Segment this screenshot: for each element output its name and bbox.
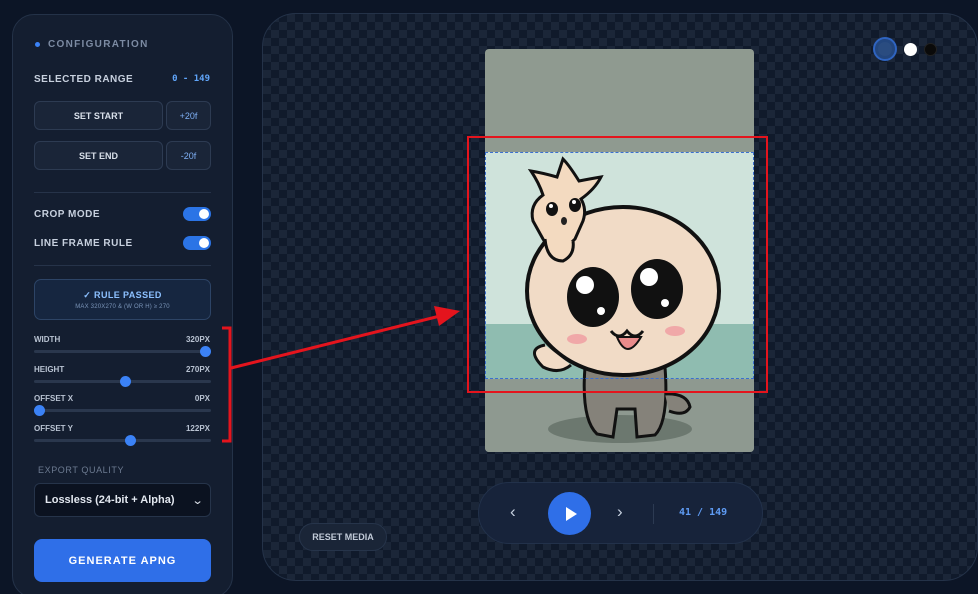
crop-mode-toggle[interactable] xyxy=(183,207,211,221)
height-slider[interactable] xyxy=(34,376,211,387)
eye-left xyxy=(567,267,619,327)
preview-stage: ‹ › 41 / 149 RESET MEDIA xyxy=(262,13,978,581)
rule-status-badge: ✓ RULE PASSED MAX 320X270 & (W OR H) ≥ 2… xyxy=(34,279,211,320)
rule-status-subtitle: MAX 320X270 & (W OR H) ≥ 270 xyxy=(75,303,170,310)
offset-x-slider-value: 0PX xyxy=(194,394,210,403)
swatch-inner xyxy=(878,42,892,56)
set-start-step-button[interactable]: +20f xyxy=(166,101,211,130)
blush xyxy=(567,334,587,344)
export-quality-select[interactable]: Lossless (24-bit + Alpha) ⌄ xyxy=(34,483,211,517)
offset-y-slider[interactable] xyxy=(34,435,211,446)
width-slider[interactable] xyxy=(34,346,211,357)
divider xyxy=(34,265,211,266)
cartoon-image xyxy=(485,49,754,452)
playback-controls: ‹ › 41 / 149 xyxy=(478,482,763,544)
height-slider-thumb[interactable] xyxy=(120,376,132,387)
chevron-down-icon: ⌄ xyxy=(191,494,204,507)
section-dot-icon xyxy=(35,42,40,47)
generate-apng-button[interactable]: GENERATE APNG xyxy=(34,539,211,582)
offset-x-slider[interactable] xyxy=(34,405,211,416)
export-quality-label: EXPORT QUALITY xyxy=(38,465,125,475)
media-preview[interactable] xyxy=(485,49,754,452)
height-slider-value: 270PX xyxy=(185,365,210,374)
eye-shine xyxy=(576,276,594,294)
set-end-step-button[interactable]: -20f xyxy=(166,141,211,170)
line-frame-rule-label: LINE FRAME RULE xyxy=(34,238,133,249)
width-slider-value: 320PX xyxy=(185,335,210,344)
offset-x-slider-thumb[interactable] xyxy=(34,405,45,416)
toggle-knob xyxy=(199,238,209,248)
section-header: CONFIGURATION xyxy=(35,39,149,50)
eye-right xyxy=(631,259,683,319)
eye-shine xyxy=(549,204,553,208)
play-icon xyxy=(565,506,577,521)
crop-mode-label: CROP MODE xyxy=(34,209,100,220)
set-start-button[interactable]: SET START xyxy=(34,101,163,130)
section-title: CONFIGURATION xyxy=(48,39,149,50)
selected-range-label: SELECTED RANGE xyxy=(34,74,134,85)
swatch-blue[interactable] xyxy=(873,37,897,61)
eye-shine xyxy=(597,307,605,315)
reset-media-button[interactable]: RESET MEDIA xyxy=(299,523,387,551)
height-slider-label: HEIGHT xyxy=(34,365,65,374)
offset-y-slider-value: 122PX xyxy=(185,424,210,433)
width-slider-thumb[interactable] xyxy=(200,346,211,357)
eye-shine xyxy=(572,200,576,204)
set-end-button[interactable]: SET END xyxy=(34,141,163,170)
swatch-black[interactable] xyxy=(924,42,937,56)
blush xyxy=(665,326,685,336)
selected-range-value: 0 - 149 xyxy=(172,74,210,84)
shadow xyxy=(548,415,692,443)
line-frame-rule-toggle[interactable] xyxy=(183,236,211,250)
toggle-knob xyxy=(199,209,209,219)
eye-shine xyxy=(640,268,658,286)
small-cat-eye xyxy=(569,198,581,212)
background-swatches xyxy=(873,37,937,61)
offset-y-slider-label: OFFSET Y xyxy=(34,424,73,433)
swatch-white[interactable] xyxy=(904,42,917,56)
export-quality-value: Lossless (24-bit + Alpha) xyxy=(45,494,175,506)
offset-y-slider-thumb[interactable] xyxy=(125,435,137,446)
rule-status-title: ✓ RULE PASSED xyxy=(83,289,162,300)
width-slider-label: WIDTH xyxy=(34,335,61,344)
divider xyxy=(34,192,211,193)
config-sidebar: CONFIGURATION SELECTED RANGE 0 - 149 SET… xyxy=(12,14,233,594)
small-cat-mouth xyxy=(561,217,567,225)
play-button[interactable] xyxy=(548,492,591,535)
eye-shine xyxy=(661,299,669,307)
frame-counter: 41 / 149 xyxy=(679,507,728,518)
small-cat-eye xyxy=(546,202,558,216)
divider xyxy=(653,504,654,524)
offset-x-slider-label: OFFSET X xyxy=(34,394,74,403)
chevron-left-icon[interactable]: ‹ xyxy=(510,502,516,522)
chevron-right-icon[interactable]: › xyxy=(617,502,623,522)
